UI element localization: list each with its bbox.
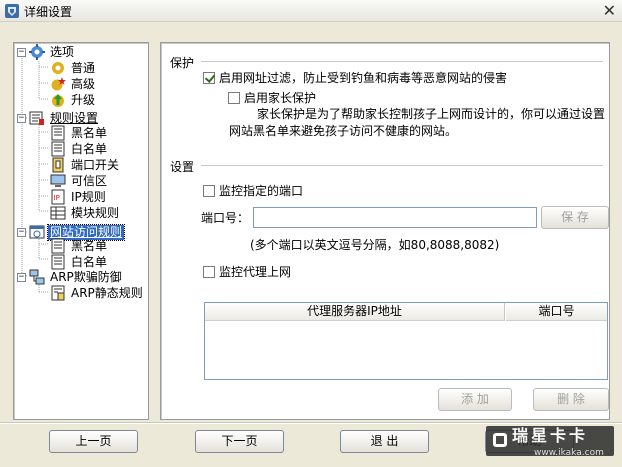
prev-page-button[interactable]: 上一页 bbox=[49, 430, 138, 453]
tree-node-blacklist[interactable]: 黑名单 bbox=[50, 125, 109, 141]
settings-section-title: 设置 bbox=[170, 160, 195, 174]
tree-node-advanced[interactable]: 高级 bbox=[50, 76, 97, 92]
tree-label-advanced: 高级 bbox=[71, 76, 96, 91]
monitor-port-checkbox-row[interactable]: 监控指定的端口 bbox=[203, 182, 303, 199]
port-switch-icon bbox=[52, 157, 64, 173]
document-icon bbox=[51, 254, 65, 270]
tree-label-web-blacklist: 黑名单 bbox=[71, 238, 108, 253]
collapse-icon[interactable]: − bbox=[17, 227, 26, 237]
tree-label-arp-static: ARP静态规则 bbox=[71, 285, 143, 300]
gear-icon bbox=[29, 44, 45, 60]
module-icon bbox=[50, 206, 66, 220]
tree-node-normal[interactable]: 普通 bbox=[50, 60, 97, 76]
tree-label-upgrade: 升级 bbox=[71, 92, 96, 107]
arp-static-icon bbox=[51, 285, 65, 301]
tree-label-rules: 规则设置 bbox=[50, 110, 99, 125]
footer-divider bbox=[0, 422, 622, 424]
ip-rules-icon: IP bbox=[51, 189, 65, 205]
gear-icon bbox=[52, 62, 64, 74]
port-number-input[interactable] bbox=[253, 207, 537, 228]
document-icon bbox=[51, 141, 65, 157]
web-icon bbox=[29, 225, 45, 239]
tree-node-module-rules[interactable]: 模块规则 bbox=[50, 205, 121, 221]
proxy-server-list[interactable]: 代理服务器IP地址 端口号 bbox=[204, 302, 608, 380]
tree-label-port-switch: 端口开关 bbox=[71, 157, 120, 172]
tree-node-web-blacklist[interactable]: 黑名单 bbox=[50, 238, 109, 254]
parental-description-line1: 家长保护是为了帮助家长控制孩子上网而设计的，你可以通过设置 bbox=[257, 107, 606, 121]
rules-icon bbox=[29, 111, 44, 125]
svg-text:IP: IP bbox=[54, 194, 60, 202]
save-button[interactable]: 保 存 bbox=[541, 206, 609, 229]
monitor-proxy-checkbox[interactable] bbox=[203, 265, 215, 278]
watermark-icon bbox=[493, 433, 507, 447]
column-header-port[interactable]: 端口号 bbox=[506, 303, 607, 321]
tree-label-blacklist: 黑名单 bbox=[71, 125, 108, 140]
tree-node-trusted-zone[interactable]: 可信区 bbox=[50, 173, 109, 189]
tree-node-port-switch[interactable]: 端口开关 bbox=[50, 157, 121, 173]
title-bar: 详细设置 ✕ bbox=[0, 0, 622, 22]
port-number-label: 端口号： bbox=[201, 211, 250, 225]
tree-label-module-rules: 模块规则 bbox=[71, 205, 120, 220]
tree-node-arp-static[interactable]: ARP静态规则 bbox=[50, 285, 145, 301]
tree-label-options: 选项 bbox=[50, 44, 75, 59]
parental-checkbox[interactable] bbox=[228, 91, 240, 104]
document-icon bbox=[51, 125, 65, 141]
monitor-proxy-label: 监控代理上网 bbox=[219, 265, 292, 279]
settings-tree: − 选项 普通 高级 升级 − 规则设置 黑名单 白名单 端口开关 可信区 IP… bbox=[13, 42, 149, 420]
url-filter-label: 启用网址过滤，防止受到钓鱼和病毒等恶意网站的侵害 bbox=[219, 71, 508, 85]
close-icon[interactable]: ✕ bbox=[603, 1, 616, 20]
port-hint-text: (多个端口以英文逗号分隔，如80,8088,8082) bbox=[250, 238, 500, 252]
monitor-port-label: 监控指定的端口 bbox=[219, 184, 304, 198]
parental-description-line2: 网站黑名单来避免孩子访问不健康的网站。 bbox=[229, 124, 458, 138]
tree-label-normal: 普通 bbox=[71, 60, 96, 75]
collapse-icon[interactable]: − bbox=[17, 272, 26, 282]
section-divider bbox=[201, 61, 603, 63]
tree-node-arp[interactable]: − ARP欺骗防御 bbox=[17, 269, 124, 285]
tree-node-whitelist[interactable]: 白名单 bbox=[50, 141, 109, 157]
monitor-port-checkbox[interactable] bbox=[203, 184, 215, 197]
url-filter-checkbox-row[interactable]: 启用网址过滤，防止受到钓鱼和病毒等恶意网站的侵害 bbox=[203, 69, 507, 86]
section-divider bbox=[201, 165, 603, 167]
tree-node-web-whitelist[interactable]: 白名单 bbox=[50, 254, 109, 270]
tree-node-upgrade[interactable]: 升级 bbox=[50, 92, 97, 108]
document-icon bbox=[51, 238, 65, 254]
monitor-proxy-checkbox-row[interactable]: 监控代理上网 bbox=[203, 263, 291, 280]
parental-checkbox-row[interactable]: 启用家长保护 bbox=[228, 89, 316, 106]
watermark-url: www.ikaka.com bbox=[534, 448, 604, 458]
add-button[interactable]: 添 加 bbox=[438, 388, 512, 411]
protect-section-title: 保护 bbox=[170, 56, 195, 70]
tree-node-rules[interactable]: − 规则设置 bbox=[17, 110, 100, 126]
settings-panel: 保护 启用网址过滤，防止受到钓鱼和病毒等恶意网站的侵害 启用家长保护 家长保护是… bbox=[160, 42, 610, 420]
url-filter-checkbox[interactable] bbox=[203, 71, 215, 84]
parental-label: 启用家长保护 bbox=[244, 91, 317, 105]
column-header-proxy-ip[interactable]: 代理服务器IP地址 bbox=[205, 303, 505, 321]
tree-node-options[interactable]: − 选项 bbox=[17, 44, 76, 60]
tree-label-whitelist: 白名单 bbox=[71, 141, 108, 156]
collapse-icon[interactable]: − bbox=[17, 47, 26, 57]
exit-button[interactable]: 退 出 bbox=[340, 430, 429, 453]
tree-label-trusted-zone: 可信区 bbox=[71, 173, 108, 188]
tree-label-arp: ARP欺骗防御 bbox=[50, 269, 122, 284]
network-icon bbox=[29, 269, 45, 285]
gear-star-icon bbox=[51, 77, 66, 91]
tree-label-ip-rules: IP规则 bbox=[71, 189, 106, 204]
window-title: 详细设置 bbox=[24, 5, 73, 19]
tree-label-web-whitelist: 白名单 bbox=[71, 254, 108, 269]
dialog-client: − 选项 普通 高级 升级 − 规则设置 黑名单 白名单 端口开关 可信区 IP… bbox=[0, 22, 622, 467]
watermark-logo: 瑞星卡卡 www.ikaka.com bbox=[486, 426, 614, 458]
next-page-button[interactable]: 下一页 bbox=[195, 430, 284, 453]
collapse-icon[interactable]: − bbox=[17, 113, 26, 123]
delete-button[interactable]: 删 除 bbox=[533, 388, 609, 411]
computer-icon bbox=[50, 174, 66, 187]
tree-node-ip-rules[interactable]: IP IP规则 bbox=[50, 189, 108, 205]
upgrade-icon bbox=[52, 94, 64, 107]
app-shield-icon bbox=[5, 4, 19, 18]
